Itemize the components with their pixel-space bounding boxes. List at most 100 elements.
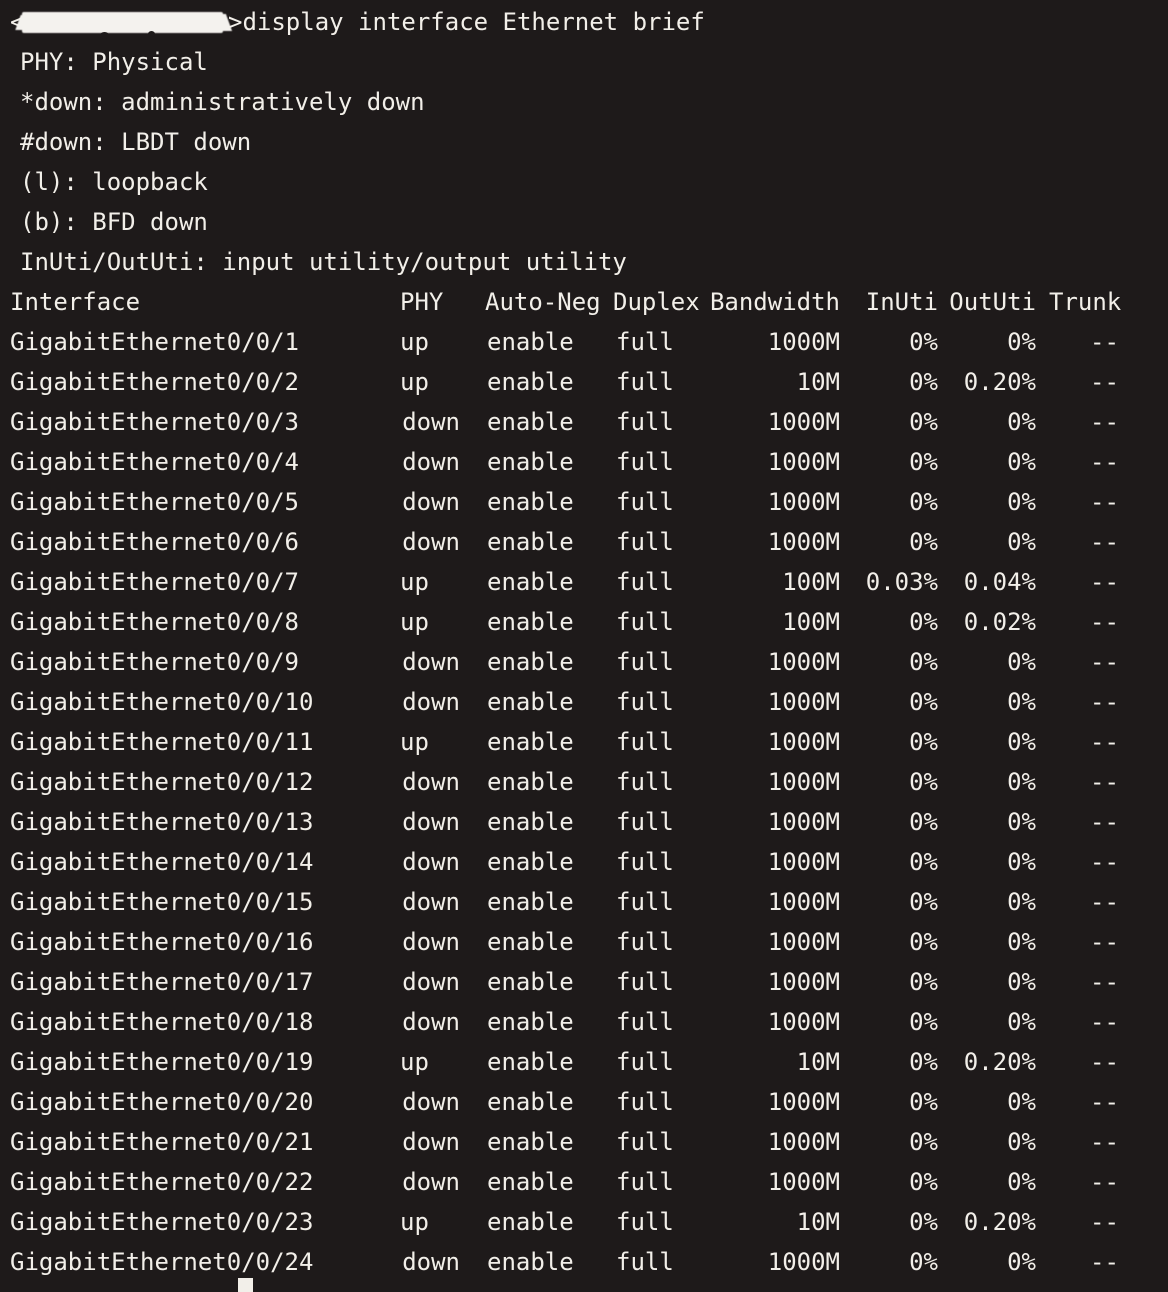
- cell-trunk: --: [1090, 328, 1119, 356]
- cell-phy: down: [402, 528, 460, 556]
- cell-trunk: --: [1090, 928, 1119, 956]
- cell-auto-neg: enable: [487, 1168, 574, 1196]
- cell-phy: down: [402, 968, 460, 996]
- cell-interface: GigabitEthernet0/0/17: [10, 968, 314, 996]
- cell-auto-neg: enable: [487, 568, 574, 596]
- table-row: GigabitEthernet0/0/12 down enable full 1000M…: [0, 762, 1168, 802]
- cell-auto-neg: enable: [487, 528, 574, 556]
- cell-interface: GigabitEthernet0/0/5: [10, 488, 299, 516]
- cell-auto-neg: enable: [487, 448, 574, 476]
- cell-phy: down: [402, 408, 460, 436]
- cell-trunk: --: [1090, 888, 1119, 916]
- table-row: GigabitEthernet0/0/17 down enable full 1000M…: [0, 962, 1168, 1002]
- terminal-screen[interactable]: < >display interface Ethernet brief PHY:…: [0, 0, 1168, 1292]
- cell-out-uti: 0%: [1007, 928, 1036, 956]
- table-row: GigabitEthernet0/0/1 up enable full 1000M 0% 0…: [0, 322, 1168, 362]
- redacted-hostname: [22, 12, 223, 33]
- cell-phy: down: [402, 808, 460, 836]
- cell-phy: up: [400, 568, 429, 596]
- cell-interface: GigabitEthernet0/0/21: [10, 1128, 314, 1156]
- cell-auto-neg: enable: [487, 408, 574, 436]
- cell-interface: GigabitEthernet0/0/1: [10, 328, 299, 356]
- cell-trunk: --: [1090, 768, 1119, 796]
- legend-line-bfd-down: (b): BFD down: [10, 202, 1168, 242]
- table-row: GigabitEthernet0/0/18 down enable full 1000M…: [0, 1002, 1168, 1042]
- cell-trunk: --: [1090, 1208, 1119, 1236]
- cell-out-uti: 0%: [1007, 1128, 1036, 1156]
- cell-auto-neg: enable: [487, 488, 574, 516]
- cell-phy: up: [400, 1048, 429, 1076]
- cell-out-uti: 0.02%: [963, 608, 1036, 636]
- cell-interface: GigabitEthernet0/0/20: [10, 1088, 314, 1116]
- table-row: GigabitEthernet0/0/6 down enable full 1000M 0…: [0, 522, 1168, 562]
- cell-auto-neg: enable: [487, 808, 574, 836]
- cell-phy: down: [402, 768, 460, 796]
- table-row: GigabitEthernet0/0/3 down enable full 1000M 0…: [0, 402, 1168, 442]
- cell-trunk: --: [1090, 688, 1119, 716]
- cell-out-uti: 0%: [1007, 448, 1036, 476]
- cell-auto-neg: enable: [487, 848, 574, 876]
- cell-trunk: --: [1090, 608, 1119, 636]
- cell-interface: GigabitEthernet0/0/6: [10, 528, 299, 556]
- cell-phy: up: [400, 328, 429, 356]
- cell-trunk: --: [1090, 448, 1119, 476]
- cell-interface: GigabitEthernet0/0/4: [10, 448, 299, 476]
- table-row: GigabitEthernet0/0/10 down enable full 1000M…: [0, 682, 1168, 722]
- cell-auto-neg: enable: [487, 688, 574, 716]
- cell-out-uti: 0%: [1007, 648, 1036, 676]
- cell-trunk: --: [1090, 568, 1119, 596]
- table-row: GigabitEthernet0/0/7 up enable full 100M 0.03…: [0, 562, 1168, 602]
- cell-auto-neg: enable: [487, 1008, 574, 1036]
- cell-auto-neg: enable: [487, 1208, 574, 1236]
- cell-phy: down: [402, 1128, 460, 1156]
- column-header-interface: Interface: [10, 288, 141, 316]
- table-row: GigabitEthernet0/0/11 up enable full 1000M 0%…: [0, 722, 1168, 762]
- table-row: GigabitEthernet0/0/21 down enable full 1000M…: [0, 1122, 1168, 1162]
- cell-out-uti: 0%: [1007, 968, 1036, 996]
- cell-interface: GigabitEthernet0/0/19: [10, 1048, 314, 1076]
- cell-phy: down: [402, 848, 460, 876]
- table-row: GigabitEthernet0/0/2 up enable full 10M 0% 0.2…: [0, 362, 1168, 402]
- cell-phy: down: [402, 488, 460, 516]
- cell-interface: GigabitEthernet0/0/16: [10, 928, 314, 956]
- cell-out-uti: 0%: [1007, 1168, 1036, 1196]
- table-row: GigabitEthernet0/0/9 down enable full 1000M 0…: [0, 642, 1168, 682]
- legend-text: #down: LBDT down: [20, 128, 252, 156]
- table-row: GigabitEthernet0/0/14 down enable full 1000M…: [0, 842, 1168, 882]
- table-row: GigabitEthernet0/0/19 up enable full 10M 0% 0.…: [0, 1042, 1168, 1082]
- cell-auto-neg: enable: [487, 1048, 574, 1076]
- legend-line-admin-down: *down: administratively down: [10, 82, 1168, 122]
- cell-out-uti: 0.04%: [963, 568, 1036, 596]
- entered-command: >display interface Ethernet brief: [228, 8, 705, 36]
- table-row: GigabitEthernet0/0/22 down enable full 1000M…: [0, 1162, 1168, 1202]
- cell-phy: up: [400, 368, 429, 396]
- legend-text: PHY: Physical: [20, 48, 208, 76]
- cell-auto-neg: enable: [487, 928, 574, 956]
- cell-out-uti: 0%: [1007, 528, 1036, 556]
- cell-interface: GigabitEthernet0/0/10: [10, 688, 314, 716]
- cell-out-uti: 0%: [1007, 1248, 1036, 1276]
- table-row: GigabitEthernet0/0/20 down enable full 1000M…: [0, 1082, 1168, 1122]
- cell-auto-neg: enable: [487, 328, 574, 356]
- cell-out-uti: 0.20%: [963, 1208, 1036, 1236]
- cell-interface: GigabitEthernet0/0/11: [10, 728, 314, 756]
- cell-trunk: --: [1090, 1168, 1119, 1196]
- cell-trunk: --: [1090, 1128, 1119, 1156]
- cell-trunk: --: [1090, 648, 1119, 676]
- cell-trunk: --: [1090, 368, 1119, 396]
- cell-phy: down: [402, 688, 460, 716]
- legend-text: InUti/OutUti: input utility/output utili…: [20, 248, 627, 276]
- cell-phy: down: [402, 648, 460, 676]
- cell-out-uti: 0%: [1007, 848, 1036, 876]
- cell-trunk: --: [1090, 488, 1119, 516]
- cell-trunk: --: [1090, 1248, 1119, 1276]
- legend-text: (b): BFD down: [20, 208, 208, 236]
- cell-phy: down: [402, 1008, 460, 1036]
- legend-line-utility: InUti/OutUti: input utility/output utili…: [10, 242, 1168, 282]
- column-header-phy: PHY: [400, 288, 444, 316]
- column-header-auto-neg: Auto-Neg: [485, 288, 601, 316]
- cell-out-uti: 0.20%: [963, 368, 1036, 396]
- table-row: GigabitEthernet0/0/23 up enable full 10M 0% 0.…: [0, 1202, 1168, 1242]
- redaction-speck: [100, 32, 109, 39]
- table-row: GigabitEthernet0/0/16 down enable full 1000M…: [0, 922, 1168, 962]
